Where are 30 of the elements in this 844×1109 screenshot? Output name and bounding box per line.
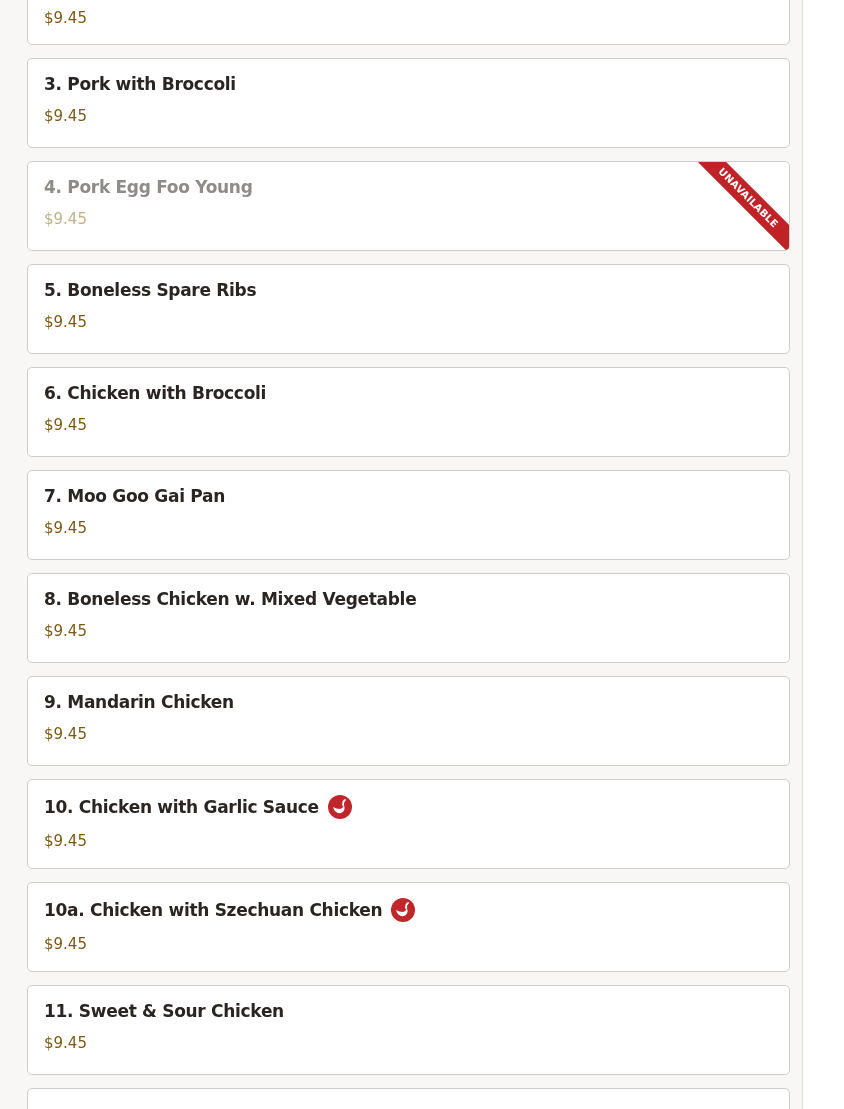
menu-item-card[interactable]: 5. Boneless Spare Ribs $9.45 (27, 264, 790, 354)
item-name: 7. Moo Goo Gai Pan (44, 486, 225, 506)
item-name: 5. Boneless Spare Ribs (44, 280, 257, 300)
menu-item-card[interactable]: 8. Boneless Chicken w. Mixed Vegetable $9.45 (27, 573, 790, 663)
item-name: 10a. Chicken with Szechuan Chicken (44, 900, 383, 920)
item-price: $9.45 (44, 832, 88, 850)
menu-item-card[interactable]: 10. Chicken with Garlic Sauce $9.45 (27, 779, 790, 869)
item-name: 9. Mandarin Chicken (44, 692, 234, 712)
item-name: 4. Pork Egg Foo Young (44, 177, 253, 197)
item-price: $9.45 (44, 622, 88, 640)
item-price: $9.45 (44, 725, 88, 743)
item-name: 11. Sweet & Sour Chicken (44, 1001, 284, 1021)
item-name: 10. Chicken with Garlic Sauce (44, 797, 319, 817)
item-price: $9.45 (44, 9, 88, 27)
item-name: 6. Chicken with Broccoli (44, 383, 267, 403)
item-name: 8. Boneless Chicken w. Mixed Vegetable (44, 589, 417, 609)
menu-item-card[interactable]: 7. Moo Goo Gai Pan $9.45 (27, 470, 790, 560)
menu-item-card[interactable]: 3. Pork with Broccoli $9.45 (27, 58, 790, 148)
item-price: $9.45 (44, 416, 88, 434)
item-price: $9.45 (44, 1034, 88, 1052)
item-price: $9.45 (44, 519, 88, 537)
menu-item-card[interactable]: 9. Mandarin Chicken $9.45 (27, 676, 790, 766)
item-price: $9.45 (44, 313, 88, 331)
item-name: 3. Pork with Broccoli (44, 74, 236, 94)
menu-item-card[interactable]: 10a. Chicken with Szechuan Chicken $9.45 (27, 882, 790, 972)
menu-item-card[interactable]: 11. Sweet & Sour Chicken $9.45 (27, 985, 790, 1075)
menu-item-card[interactable]: $9.45 (27, 0, 790, 45)
item-price: $9.45 (44, 935, 88, 953)
item-price: $9.45 (44, 107, 88, 125)
menu-item-card[interactable]: 6. Chicken with Broccoli $9.45 (27, 367, 790, 457)
